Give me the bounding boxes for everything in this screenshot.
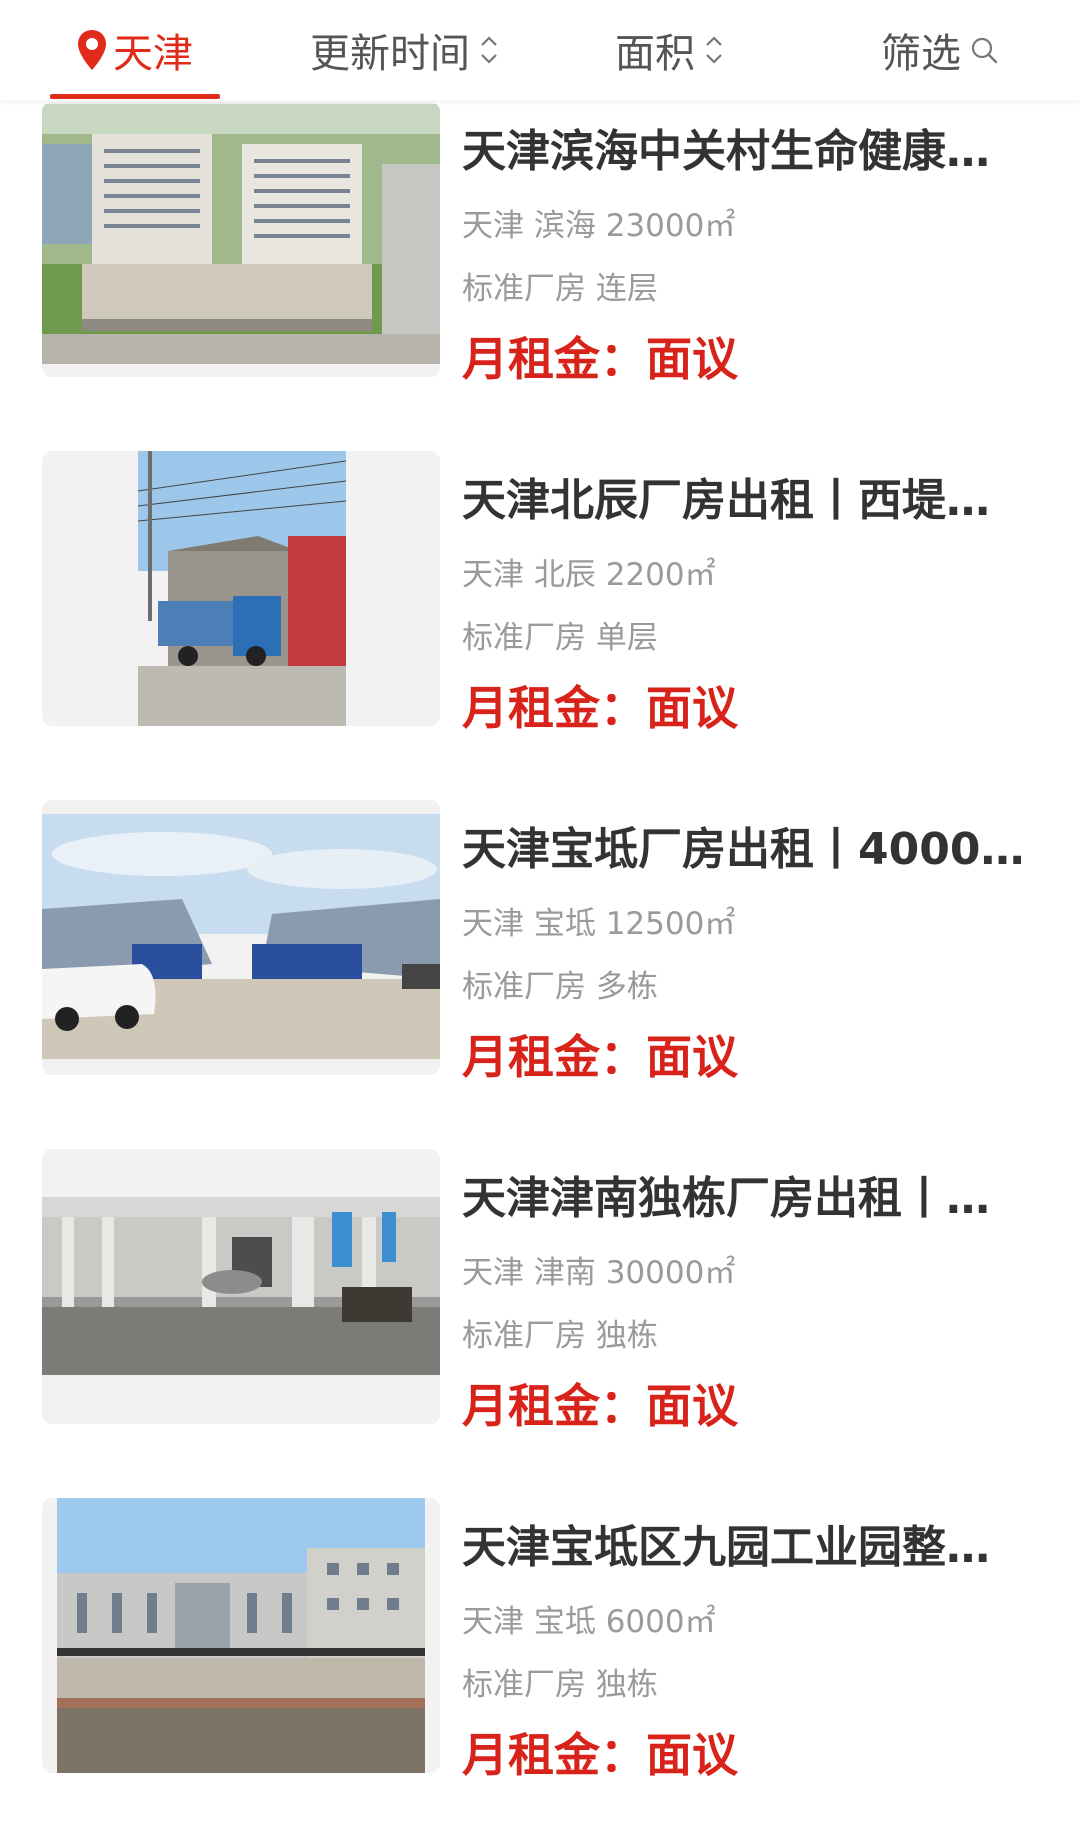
- listing-location-area: 天津 宝坻 6000㎡: [462, 1604, 716, 1640]
- list-item[interactable]: 天津津南独栋厂房出租丨… 天津 津南 30000㎡ 标准厂房 独栋 月租金：面议: [0, 1149, 1080, 1439]
- listing-title: 天津津南独栋厂房出租丨…: [462, 1173, 990, 1224]
- sort-arrows-icon: [706, 36, 722, 64]
- listing-photo: [42, 451, 440, 726]
- sort-area-label: 面积: [615, 31, 695, 77]
- listing-title: 天津宝坻区九园工业园整…: [462, 1522, 990, 1573]
- listing-type: 标准厂房 多栋: [462, 969, 658, 1005]
- listing-location-area: 天津 宝坻 12500㎡: [462, 906, 736, 942]
- city-label: 天津: [113, 31, 193, 77]
- list-item[interactable]: 天津北辰厂房出租丨西堤… 天津 北辰 2200㎡ 标准厂房 单层 月租金：面议: [0, 451, 1080, 741]
- listing-title: 天津宝坻厂房出租丨4000~…: [462, 824, 1042, 875]
- filter-label: 筛选: [881, 31, 961, 77]
- listing-price: 月租金：面议: [462, 681, 738, 735]
- sort-by-update-time[interactable]: 更新时间: [285, 0, 525, 100]
- list-item[interactable]: 天津滨海中关村生命健康… 天津 滨海 23000㎡ 标准厂房 连层 月租金：面议: [0, 102, 1080, 392]
- listing-photo: [42, 1149, 440, 1424]
- listing-type: 标准厂房 独栋: [462, 1667, 658, 1703]
- list-item[interactable]: 天津宝坻厂房出租丨4000~… 天津 宝坻 12500㎡ 标准厂房 多栋 月租金…: [0, 800, 1080, 1090]
- listing-type: 标准厂房 单层: [462, 620, 658, 656]
- listing-photo: [42, 1498, 440, 1773]
- listing-photo: [42, 102, 440, 377]
- list-item[interactable]: 天津宝坻区九园工业园整… 天津 宝坻 6000㎡ 标准厂房 独栋 月租金：面议: [0, 1498, 1080, 1788]
- listing-type: 标准厂房 连层: [462, 271, 658, 307]
- listing-price: 月租金：面议: [462, 1030, 738, 1084]
- listing-price: 月租金：面议: [462, 1728, 738, 1782]
- sort-by-area[interactable]: 面积: [600, 0, 740, 100]
- filter-button[interactable]: 筛选: [870, 0, 1010, 100]
- filter-bar: 天津 更新时间 面积 筛选: [0, 0, 1080, 100]
- listing-type: 标准厂房 独栋: [462, 1318, 658, 1354]
- listing-price: 月租金：面议: [462, 332, 738, 386]
- listing-photo: [42, 800, 440, 1075]
- listing-price: 月租金：面议: [462, 1379, 738, 1433]
- listing-location-area: 天津 滨海 23000㎡: [462, 208, 736, 244]
- listing-location-area: 天津 北辰 2200㎡: [462, 557, 716, 593]
- listing-location-area: 天津 津南 30000㎡: [462, 1255, 736, 1291]
- city-selector[interactable]: 天津: [48, 0, 220, 100]
- search-icon: [971, 37, 998, 64]
- location-pin-icon: [78, 30, 106, 70]
- listing-title: 天津北辰厂房出租丨西堤…: [462, 475, 990, 526]
- sort-time-label: 更新时间: [310, 31, 470, 77]
- listing-title: 天津滨海中关村生命健康…: [462, 126, 990, 177]
- active-tab-underline: [50, 94, 220, 99]
- sort-arrows-icon: [481, 36, 497, 64]
